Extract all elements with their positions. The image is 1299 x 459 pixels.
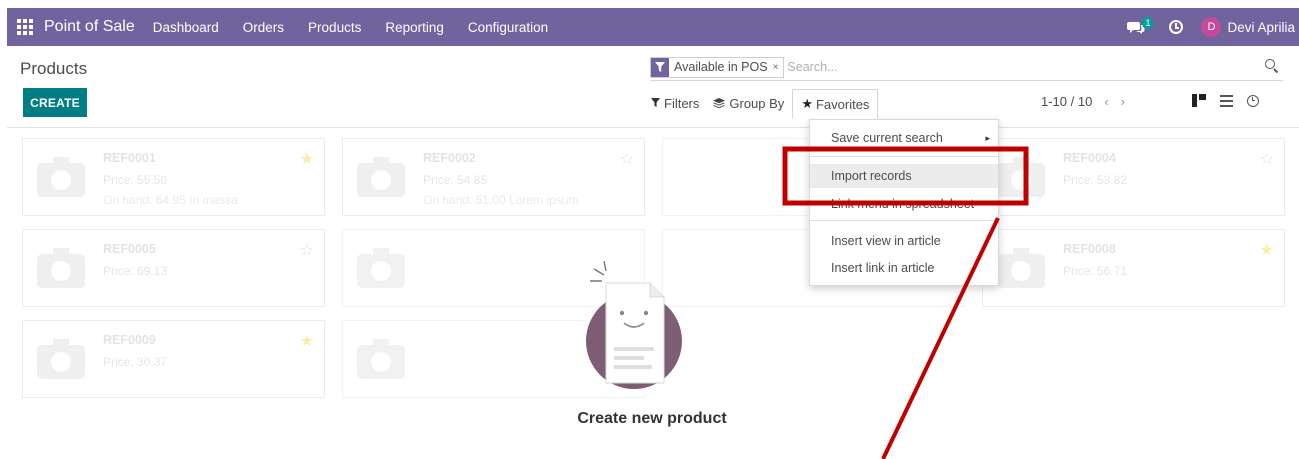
menu-item-label: Insert link in article (831, 261, 935, 275)
insert-view-in-article-item[interactable]: Insert view in article (810, 229, 998, 253)
product-reference: REF0001 (103, 151, 156, 165)
favorite-star-icon[interactable]: ★ (300, 331, 314, 351)
favorites-dropdown: Save current search ▸ Import records Lin… (809, 119, 999, 286)
product-reference: REF0002 (423, 151, 476, 165)
camera-placeholder-icon (357, 157, 405, 197)
top-navbar: Point of Sale Dashboard Orders Products … (7, 8, 1299, 46)
activity-clock-icon[interactable] (1169, 20, 1184, 34)
camera-placeholder-icon (37, 248, 85, 288)
empty-document-smiley-icon (586, 261, 682, 389)
product-price: Price: 69.13 (103, 264, 168, 278)
pager-previous-button[interactable]: ‹ (1104, 94, 1108, 109)
kanban-card[interactable]: REF0008 Price: 56.71 ★ (982, 229, 1285, 307)
control-panel: Products CREATE Available in POS × Filte… (7, 46, 1299, 128)
main-menu: Dashboard Orders Products Reporting Conf… (153, 20, 572, 35)
product-reference: REF0005 (103, 242, 156, 256)
breadcrumb: Products (20, 59, 88, 78)
menu-divider (810, 156, 998, 157)
kanban-card[interactable]: REF0002 Price: 54.85 On hand: 51.00 Lore… (342, 138, 645, 216)
systray: 1 D Devi Aprilia (1127, 17, 1299, 37)
product-on-hand: On hand: 64.95 In massa (103, 193, 238, 207)
product-price: Price: 54.85 (423, 173, 488, 187)
apps-grid-icon[interactable] (17, 19, 33, 35)
menu-dashboard[interactable]: Dashboard (153, 20, 219, 35)
kanban-card[interactable]: REF0004 Price: 53.82 ☆ (982, 138, 1285, 216)
insert-link-in-article-item[interactable]: Insert link in article (810, 256, 998, 280)
link-menu-in-spreadsheet-item[interactable]: Link menu in spreadsheet (810, 192, 998, 216)
filter-funnel-icon (651, 98, 660, 108)
app-name[interactable]: Point of Sale (44, 18, 135, 36)
favorites-label: Favorites (815, 96, 870, 112)
search-bar: Available in POS × (650, 54, 1283, 81)
search-icon[interactable] (1264, 59, 1280, 75)
layers-icon (713, 97, 726, 108)
create-button[interactable]: CREATE (23, 88, 87, 117)
import-records-item[interactable]: Import records (810, 164, 998, 188)
product-price: Price: 30.37 (103, 355, 168, 369)
kanban-view-icon[interactable] (1192, 94, 1206, 107)
caret-right-icon: ▸ (985, 133, 990, 143)
list-view-icon[interactable] (1220, 94, 1233, 107)
save-current-search-item[interactable]: Save current search ▸ (810, 126, 998, 150)
camera-placeholder-icon (37, 339, 85, 379)
product-price: Price: 55.50 (103, 173, 168, 187)
star-icon: ★ (801, 96, 813, 111)
camera-placeholder-icon (997, 248, 1045, 288)
user-avatar[interactable]: D (1201, 17, 1222, 37)
product-reference: REF0009 (103, 333, 156, 347)
pager-next-button[interactable]: › (1121, 94, 1125, 109)
user-name[interactable]: Devi Aprilia (1227, 20, 1295, 35)
menu-products[interactable]: Products (308, 20, 361, 35)
favorite-star-icon[interactable]: ★ (300, 149, 314, 169)
product-price: Price: 53.82 (1063, 173, 1128, 187)
product-on-hand: On hand: 51.00 Lorem ipsum (423, 193, 579, 207)
activity-view-icon[interactable] (1247, 94, 1259, 107)
product-reference: REF0008 (1063, 242, 1116, 256)
menu-item-label: Import records (831, 169, 912, 183)
menu-divider (810, 220, 998, 221)
messaging-menu[interactable]: 1 (1127, 17, 1155, 37)
favorite-star-icon[interactable]: ☆ (620, 149, 634, 169)
chat-counter-badge: 1 (1142, 17, 1154, 29)
camera-placeholder-icon (357, 248, 405, 288)
pager-value[interactable]: 1-10 / 10 (1041, 94, 1092, 109)
menu-orders[interactable]: Orders (243, 20, 284, 35)
pager: 1-10 / 10 ‹ › (1041, 94, 1125, 109)
camera-placeholder-icon (997, 157, 1045, 197)
menu-item-label: Save current search (831, 131, 943, 145)
favorite-star-icon[interactable]: ☆ (300, 240, 314, 260)
menu-configuration[interactable]: Configuration (468, 20, 548, 35)
view-switcher (1192, 94, 1259, 107)
empty-state-title: Create new product (577, 410, 727, 427)
kanban-card[interactable]: REF0005 Price: 69.13 ☆ (22, 229, 325, 307)
menu-reporting[interactable]: Reporting (385, 20, 444, 35)
favorites-button[interactable]: ★ Favorites (792, 89, 879, 119)
search-facet: Available in POS × (650, 56, 785, 78)
search-options: Filters Group By ★ Favorites (651, 89, 892, 119)
favorite-star-icon[interactable]: ★ (1260, 240, 1274, 260)
filters-label: Filters (664, 95, 700, 111)
product-price: Price: 56.71 (1063, 264, 1128, 278)
kanban-card[interactable]: REF0001 Price: 55.50 On hand: 64.95 In m… (22, 138, 325, 216)
kanban-view: REF0001 Price: 55.50 On hand: 64.95 In m… (7, 128, 1299, 459)
search-input[interactable] (787, 60, 1264, 74)
menu-item-label: Insert view in article (831, 234, 941, 248)
product-reference: REF0004 (1063, 151, 1116, 165)
filters-button[interactable]: Filters (651, 89, 699, 117)
group-by-button[interactable]: Group By (713, 89, 784, 117)
camera-placeholder-icon (357, 339, 405, 379)
camera-placeholder-icon (37, 157, 85, 197)
remove-facet-icon[interactable]: × (773, 62, 779, 73)
facet-label: Available in POS (674, 60, 768, 74)
menu-item-label: Link menu in spreadsheet (831, 197, 975, 211)
filter-funnel-icon (651, 57, 669, 77)
group-by-label: Group By (729, 95, 785, 111)
kanban-card[interactable]: REF0009 Price: 30.37 ★ (22, 320, 325, 398)
favorite-star-icon[interactable]: ☆ (1260, 149, 1274, 169)
